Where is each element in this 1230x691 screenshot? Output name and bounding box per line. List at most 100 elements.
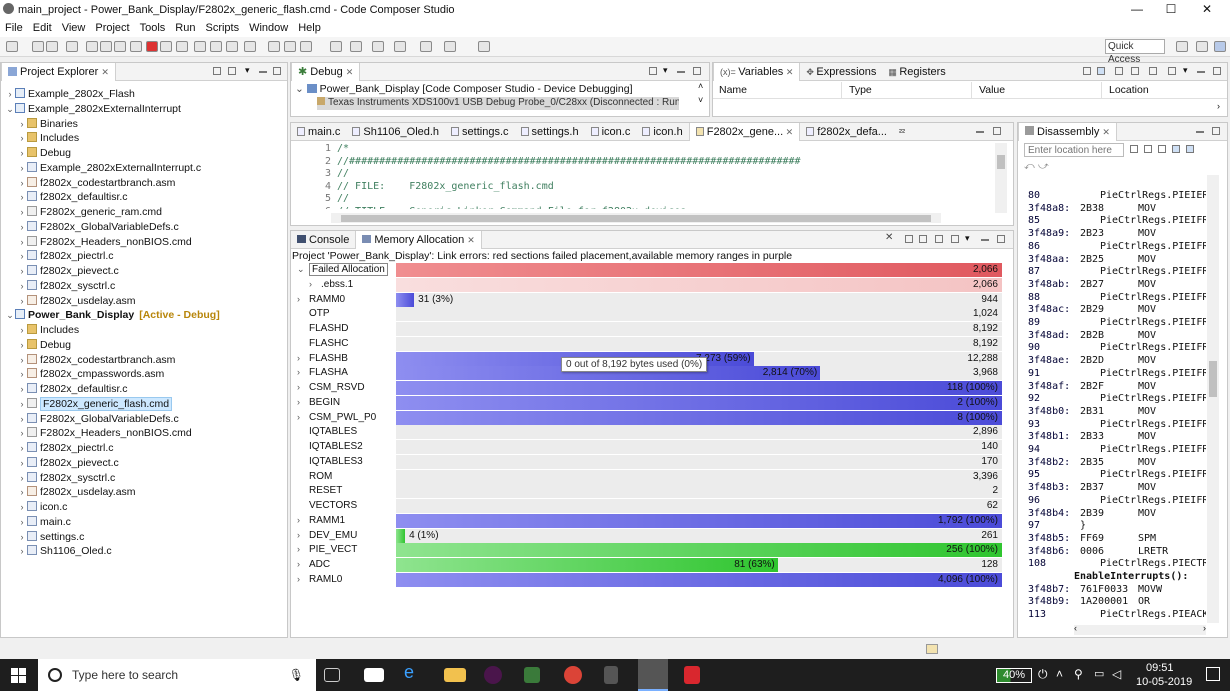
remove-icon[interactable]: ✕ <box>885 232 893 243</box>
minimize-view-icon[interactable] <box>1197 71 1205 73</box>
go-icon[interactable] <box>1130 145 1138 153</box>
back-arrow-icon[interactable]: ⤺ <box>1024 161 1035 172</box>
close-tab-icon[interactable]: ✕ <box>783 67 794 77</box>
load-program-icon[interactable] <box>244 41 256 52</box>
forward-arrow-icon[interactable]: ⤻ <box>1038 161 1049 172</box>
disassembly-line[interactable]: 113 PieCtrlRegs.PIEACK. <box>1028 609 1206 620</box>
maximize-view-icon[interactable] <box>1212 127 1220 135</box>
memory-row[interactable]: › DEV_EMU 4 (1%) 261 <box>291 528 1011 543</box>
resume-icon[interactable] <box>114 41 126 52</box>
expand-arrow-icon[interactable]: › <box>297 559 300 569</box>
memory-row[interactable]: › RAMM1 1,792 (100%) <box>291 513 1011 528</box>
print-icon[interactable] <box>66 41 78 52</box>
step-into-icon[interactable] <box>160 41 172 52</box>
editor-tab-overflow[interactable]: ²² <box>893 123 911 141</box>
vertical-scrollbar[interactable] <box>1207 175 1219 623</box>
tab-editor-file[interactable]: Sh1106_Oled.h <box>346 123 445 141</box>
slack-icon[interactable] <box>484 666 502 684</box>
refresh-icon[interactable] <box>1149 67 1157 75</box>
memory-row[interactable]: IQTABLES 2,896 <box>291 425 1011 440</box>
maximize-view-icon[interactable] <box>993 127 1001 135</box>
tab-expressions[interactable]: ✥ Expressions <box>800 63 882 81</box>
tree-item[interactable]: › Example_2802xExternalInterrupt.c <box>1 161 201 176</box>
memory-row[interactable]: ROM 3,396 <box>291 469 1011 484</box>
expand-arrow-icon[interactable]: › <box>17 190 27 205</box>
minimize-view-icon[interactable] <box>981 239 989 241</box>
tab-variables[interactable]: (x)= Variables ✕ <box>713 62 801 81</box>
memory-row[interactable]: VECTORS 62 <box>291 499 1011 513</box>
tree-item[interactable]: › F2802x_generic_ram.cmd <box>1 205 162 220</box>
menu-project[interactable]: Project <box>90 22 134 34</box>
expand-arrow-icon[interactable]: › <box>17 338 27 353</box>
expand-arrow-icon[interactable]: ⌄ <box>5 308 15 323</box>
suspend-icon[interactable] <box>130 41 142 52</box>
disassembly-line[interactable]: 3f48ae: 2B2D MOV <box>1028 355 1156 368</box>
expand-arrow-icon[interactable]: › <box>297 367 300 377</box>
expand-arrow-icon[interactable]: › <box>17 471 27 486</box>
run-to-line-icon[interactable] <box>444 41 456 52</box>
scroll-right-arrow-icon[interactable]: › <box>1203 623 1206 633</box>
column-header-name[interactable]: Name <box>719 84 747 96</box>
connect-icon[interactable] <box>330 41 342 52</box>
clock-date[interactable]: 10-05-2019 <box>1136 676 1192 688</box>
step-over-icon[interactable] <box>176 41 188 52</box>
terminate-icon[interactable] <box>146 41 158 52</box>
menu-run[interactable]: Run <box>170 22 200 34</box>
expand-arrow-icon[interactable]: › <box>17 485 27 500</box>
memory-row[interactable]: › ADC 81 (63%) 128 <box>291 558 1011 572</box>
disassembly-line[interactable]: 92 PieCtrlRegs.PIEIFR8 <box>1028 393 1206 406</box>
code-line[interactable]: 2 //#####################################… <box>291 156 801 168</box>
disassembly-line[interactable]: 93 PieCtrlRegs.PIEIFR9 <box>1028 419 1206 432</box>
tree-item[interactable]: › F2802x_generic_flash.cmd <box>1 396 173 412</box>
build-icon[interactable] <box>86 41 98 52</box>
target-config-icon[interactable] <box>284 41 296 52</box>
expand-arrow-icon[interactable]: › <box>297 530 300 540</box>
expand-arrow-icon[interactable]: ⌄ <box>5 102 15 117</box>
disassembly-line[interactable]: 3f48a9: 2B23 MOV <box>1028 228 1156 241</box>
calculator-icon[interactable] <box>604 666 618 684</box>
expand-arrow-icon[interactable]: › <box>17 515 27 530</box>
disassembly-line[interactable]: EnableInterrupts(): <box>1028 571 1188 584</box>
link-to-pc-icon[interactable] <box>1172 145 1180 153</box>
expand-arrow-icon[interactable]: › <box>297 382 300 392</box>
tree-item[interactable]: › f2802x_pievect.c <box>1 456 119 471</box>
tab-project-explorer[interactable]: Project Explorer ✕ <box>1 62 116 81</box>
memory-row[interactable]: › CSM_RSVD 118 (100%) <box>291 381 1011 395</box>
external-tools-icon[interactable] <box>300 41 312 52</box>
disassembly-line[interactable]: 3f48b5: FF69 SPM <box>1028 533 1156 546</box>
expand-arrow-icon[interactable]: › <box>297 574 300 584</box>
expand-arrow-icon[interactable]: › <box>17 456 27 471</box>
tree-item[interactable]: › f2802x_usdelay.asm <box>1 294 136 309</box>
continuous-refresh-icon[interactable] <box>1168 67 1176 75</box>
tree-item[interactable]: › f2802x_sysctrl.c <box>1 279 115 294</box>
tab-editor-file[interactable]: icon.h <box>636 123 688 141</box>
project-item[interactable]: › Example_2802x_Flash <box>1 87 135 102</box>
disassembly-line[interactable]: 97} <box>1028 520 1138 533</box>
show-source-icon[interactable] <box>1144 145 1152 153</box>
minimize-view-icon[interactable] <box>677 71 685 73</box>
minimize-view-icon[interactable] <box>976 131 984 133</box>
tab-editor-file[interactable]: settings.c <box>445 123 514 141</box>
code-line[interactable]: 3 // <box>291 168 349 180</box>
tree-item[interactable]: › f2802x_sysctrl.c <box>1 471 115 486</box>
expand-arrow-icon[interactable]: › <box>17 530 27 545</box>
disassembly-line[interactable]: 3f48b1: 2B33 MOV <box>1028 431 1156 444</box>
menu-file[interactable]: File <box>0 22 28 34</box>
close-tab-icon[interactable]: ✕ <box>101 67 109 77</box>
memory-row[interactable]: IQTABLES3 170 <box>291 454 1011 469</box>
disassembly-line[interactable]: 3f48ab: 2B27 MOV <box>1028 279 1156 292</box>
code-area[interactable]: 1 /* 2 //##################################… <box>291 143 995 209</box>
edge-icon[interactable]: e <box>404 662 426 682</box>
close-tab-icon[interactable]: ✕ <box>346 67 354 77</box>
reset-icon[interactable] <box>226 41 238 52</box>
location-input[interactable] <box>1024 143 1124 157</box>
maximize-view-icon[interactable] <box>1213 67 1221 75</box>
step-return-icon[interactable] <box>194 41 206 52</box>
expand-arrow-icon[interactable]: › <box>309 279 312 289</box>
file-explorer-icon[interactable] <box>444 668 466 682</box>
search-icon[interactable] <box>394 41 406 52</box>
disassembly-line[interactable]: 3f48b3: 2B37 MOV <box>1028 482 1156 495</box>
collapse-all-icon[interactable] <box>213 67 221 75</box>
link-icon[interactable] <box>1131 67 1139 75</box>
column-divider[interactable] <box>971 82 972 98</box>
